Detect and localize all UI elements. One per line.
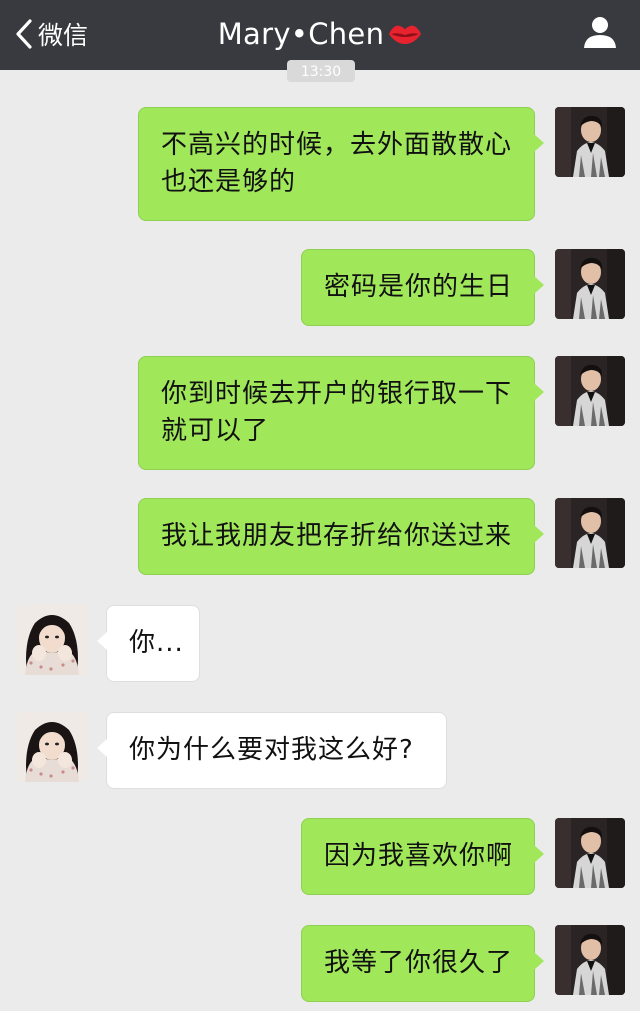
my-avatar[interactable] [555,107,625,177]
message-line: 密码是你的生日 [324,272,514,302]
my-avatar[interactable] [555,498,625,568]
my-avatar[interactable] [555,925,625,995]
my-avatar[interactable] [555,818,625,888]
message-line: 不高兴的时候，去外面散散心 [161,130,513,160]
message-line: 我等了你很久了 [324,948,514,978]
incoming-message-bubble[interactable]: 你... [97,605,200,682]
incoming-message-bubble[interactable]: 你为什么要对我这么好? [97,712,447,789]
my-avatar[interactable] [555,249,625,319]
message-line: 你为什么要对我这么好? [129,735,414,765]
bubble-tail [534,952,544,970]
contact-avatar[interactable] [17,605,87,675]
message-line: 你到时候去开户的银行取一下 [161,379,513,409]
bubble-tail [534,383,544,401]
bubble-tail [534,276,544,294]
outgoing-message-bubble[interactable]: 不高兴的时候，去外面散散心 也还是够的 [138,107,544,221]
outgoing-message-bubble[interactable]: 我让我朋友把存折给你送过来 [138,498,544,575]
person-icon[interactable] [582,14,618,50]
timestamp-badge: 13:30 [287,60,355,82]
chat-title: Mary•Chen [217,17,385,51]
outgoing-message-bubble[interactable]: 我等了你很久了 [301,925,544,1002]
message-line: 我让我朋友把存折给你送过来 [161,521,513,551]
outgoing-message-bubble[interactable]: 密码是你的生日 [301,249,544,326]
bubble-tail [97,739,107,757]
message-line: 因为我喜欢你啊 [324,841,514,871]
chat-title-wrap: Mary•Chen [0,14,640,54]
message-line: 就可以了 [161,416,270,446]
message-line: 你... [129,628,184,658]
message-line: 也还是够的 [161,167,297,197]
bubble-tail [534,134,544,152]
outgoing-message-bubble[interactable]: 你到时候去开户的银行取一下 就可以了 [138,356,544,470]
bubble-tail [534,525,544,543]
lips-icon [389,25,422,44]
outgoing-message-bubble[interactable]: 因为我喜欢你啊 [301,818,544,895]
bubble-tail [534,845,544,863]
contact-avatar[interactable] [17,712,87,782]
my-avatar[interactable] [555,356,625,426]
bubble-tail [97,632,107,650]
